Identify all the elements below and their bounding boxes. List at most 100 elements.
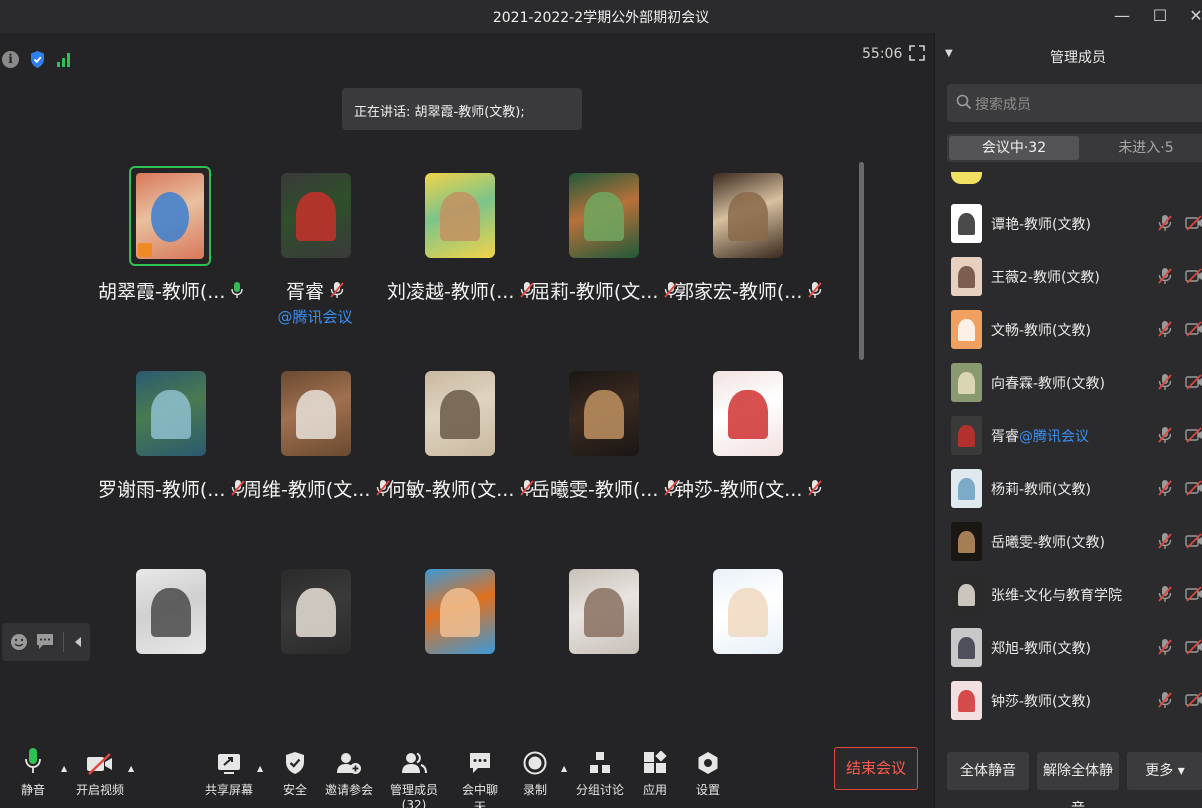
member-camera-toggle[interactable]: [1185, 321, 1202, 341]
chat-icon: [470, 753, 490, 773]
participant-name-text: 胥睿: [285, 281, 324, 303]
maximize-button[interactable]: ☐: [1148, 6, 1172, 26]
record-button[interactable]: 录制: [521, 745, 549, 798]
mute-options-caret[interactable]: ▲: [61, 764, 67, 773]
mute-all-button[interactable]: 全体静音: [947, 752, 1029, 790]
shield-icon[interactable]: [30, 50, 45, 69]
avatar-figure: [296, 389, 336, 439]
participant-avatar: [425, 371, 495, 456]
avatar-figure: [151, 389, 191, 439]
member-camera-toggle[interactable]: [1185, 586, 1202, 606]
member-mute-toggle[interactable]: [1158, 479, 1172, 501]
camera-off-icon[interactable]: [1185, 427, 1202, 443]
member-mute-toggle[interactable]: [1158, 638, 1172, 660]
member-avatar: [951, 204, 982, 243]
microphone-icon: [25, 748, 41, 773]
participant-name: 岳曦雯-教师(...: [531, 475, 679, 502]
avatar-figure: [584, 191, 624, 241]
member-camera-toggle[interactable]: [1185, 374, 1202, 394]
participant-avatar: [569, 371, 639, 456]
camera-off-icon[interactable]: [1185, 480, 1202, 496]
grid-scrollbar[interactable]: [859, 162, 864, 360]
member-camera-toggle[interactable]: [1185, 692, 1202, 712]
close-button[interactable]: ✕: [1184, 6, 1202, 26]
video-button[interactable]: 开启视频: [74, 745, 126, 798]
security-shield-icon: [286, 752, 304, 774]
security-button[interactable]: 安全: [280, 745, 310, 798]
member-row[interactable]: 张维-文化与教育学院: [935, 569, 1202, 622]
member-camera-toggle[interactable]: [1185, 215, 1202, 235]
avatar-figure: [728, 191, 768, 241]
member-search-input[interactable]: 搜索成员: [947, 84, 1202, 122]
member-mute-toggle[interactable]: [1158, 532, 1172, 554]
member-mute-toggle[interactable]: [1158, 320, 1172, 342]
member-row[interactable]: 王薇2-教师(文教): [935, 251, 1202, 304]
member-mute-toggle[interactable]: [1158, 691, 1172, 713]
member-row[interactable]: 钟莎-教师(文教): [935, 675, 1202, 722]
video-options-caret[interactable]: ▲: [128, 764, 134, 773]
camera-off-icon[interactable]: [1185, 692, 1202, 708]
fullscreen-icon[interactable]: [909, 45, 925, 61]
breakout-rooms-icon: [590, 752, 610, 773]
unmute-all-button[interactable]: 解除全体静音: [1037, 752, 1119, 808]
settings-button[interactable]: 设置: [693, 745, 723, 798]
participant-avatar: [569, 569, 639, 654]
camera-off-icon[interactable]: [1185, 321, 1202, 337]
member-row[interactable]: 胥睿@腾讯会议: [935, 410, 1202, 463]
manage-members-button[interactable]: 管理成员(32): [382, 745, 446, 808]
mute-button[interactable]: 静音: [14, 745, 52, 798]
member-mute-toggle[interactable]: [1158, 373, 1172, 395]
member-camera-toggle[interactable]: [1185, 268, 1202, 288]
breakout-button[interactable]: 分组讨论: [576, 745, 624, 798]
more-button[interactable]: 更多 ▾: [1127, 752, 1202, 790]
minimize-button[interactable]: —: [1110, 6, 1134, 26]
end-meeting-button[interactable]: 结束会议: [834, 747, 918, 790]
camera-off-icon[interactable]: [1185, 268, 1202, 284]
record-options-caret[interactable]: ▲: [561, 764, 567, 773]
invite-button[interactable]: 邀请参会: [325, 745, 373, 798]
member-camera-toggle[interactable]: [1185, 427, 1202, 447]
avatar-figure: [150, 191, 190, 242]
chat-button[interactable]: 会中聊天: [457, 745, 503, 808]
participant-avatar: [713, 371, 783, 456]
share-screen-button[interactable]: 共享屏幕: [204, 745, 254, 798]
member-camera-toggle[interactable]: [1185, 639, 1202, 659]
info-icon[interactable]: i: [2, 51, 19, 68]
camera-off-icon[interactable]: [1185, 215, 1202, 231]
avatar-figure: [957, 424, 976, 448]
member-row[interactable]: 岳曦雯-教师(文教): [935, 516, 1202, 569]
microphone-muted-icon: [1158, 480, 1172, 496]
participant-avatar: [569, 173, 639, 258]
member-avatar: [951, 575, 982, 614]
member-mute-toggle[interactable]: [1158, 585, 1172, 607]
avatar-figure: [440, 389, 480, 439]
camera-off-icon[interactable]: [1185, 639, 1202, 655]
tab-not-joined[interactable]: 未进入·5: [1081, 136, 1202, 160]
member-name: 胥睿@腾讯会议: [991, 426, 1089, 446]
share-options-caret[interactable]: ▲: [257, 764, 263, 773]
member-mute-toggle[interactable]: [1158, 214, 1172, 236]
tab-in-meeting[interactable]: 会议中·32: [949, 136, 1079, 160]
camera-off-icon[interactable]: [1185, 533, 1202, 549]
member-name-text: 杨莉-教师(文教): [991, 482, 1091, 498]
emoji-icon[interactable]: [10, 633, 28, 651]
signal-icon[interactable]: [57, 52, 73, 67]
participant-mic-status: [330, 281, 344, 304]
member-mute-toggle[interactable]: [1158, 267, 1172, 289]
camera-off-icon[interactable]: [1185, 374, 1202, 390]
member-name: 文畅-教师(文教): [991, 320, 1091, 340]
member-row[interactable]: 向春霖-教师(文教): [935, 357, 1202, 410]
member-row[interactable]: 郑旭-教师(文教): [935, 622, 1202, 675]
member-camera-toggle[interactable]: [1185, 533, 1202, 553]
reaction-toolbar: [2, 623, 90, 661]
camera-off-icon[interactable]: [1185, 586, 1202, 602]
member-row[interactable]: 谭艳-教师(文教): [935, 198, 1202, 251]
apps-icon: [644, 751, 667, 773]
member-row[interactable]: 文畅-教师(文教): [935, 304, 1202, 357]
danmaku-icon[interactable]: [36, 633, 54, 650]
member-mute-toggle[interactable]: [1158, 426, 1172, 448]
member-camera-toggle[interactable]: [1185, 480, 1202, 500]
apps-button[interactable]: 应用: [640, 745, 670, 798]
collapse-left-icon[interactable]: [74, 636, 82, 648]
member-row[interactable]: 杨莉-教师(文教): [935, 463, 1202, 516]
